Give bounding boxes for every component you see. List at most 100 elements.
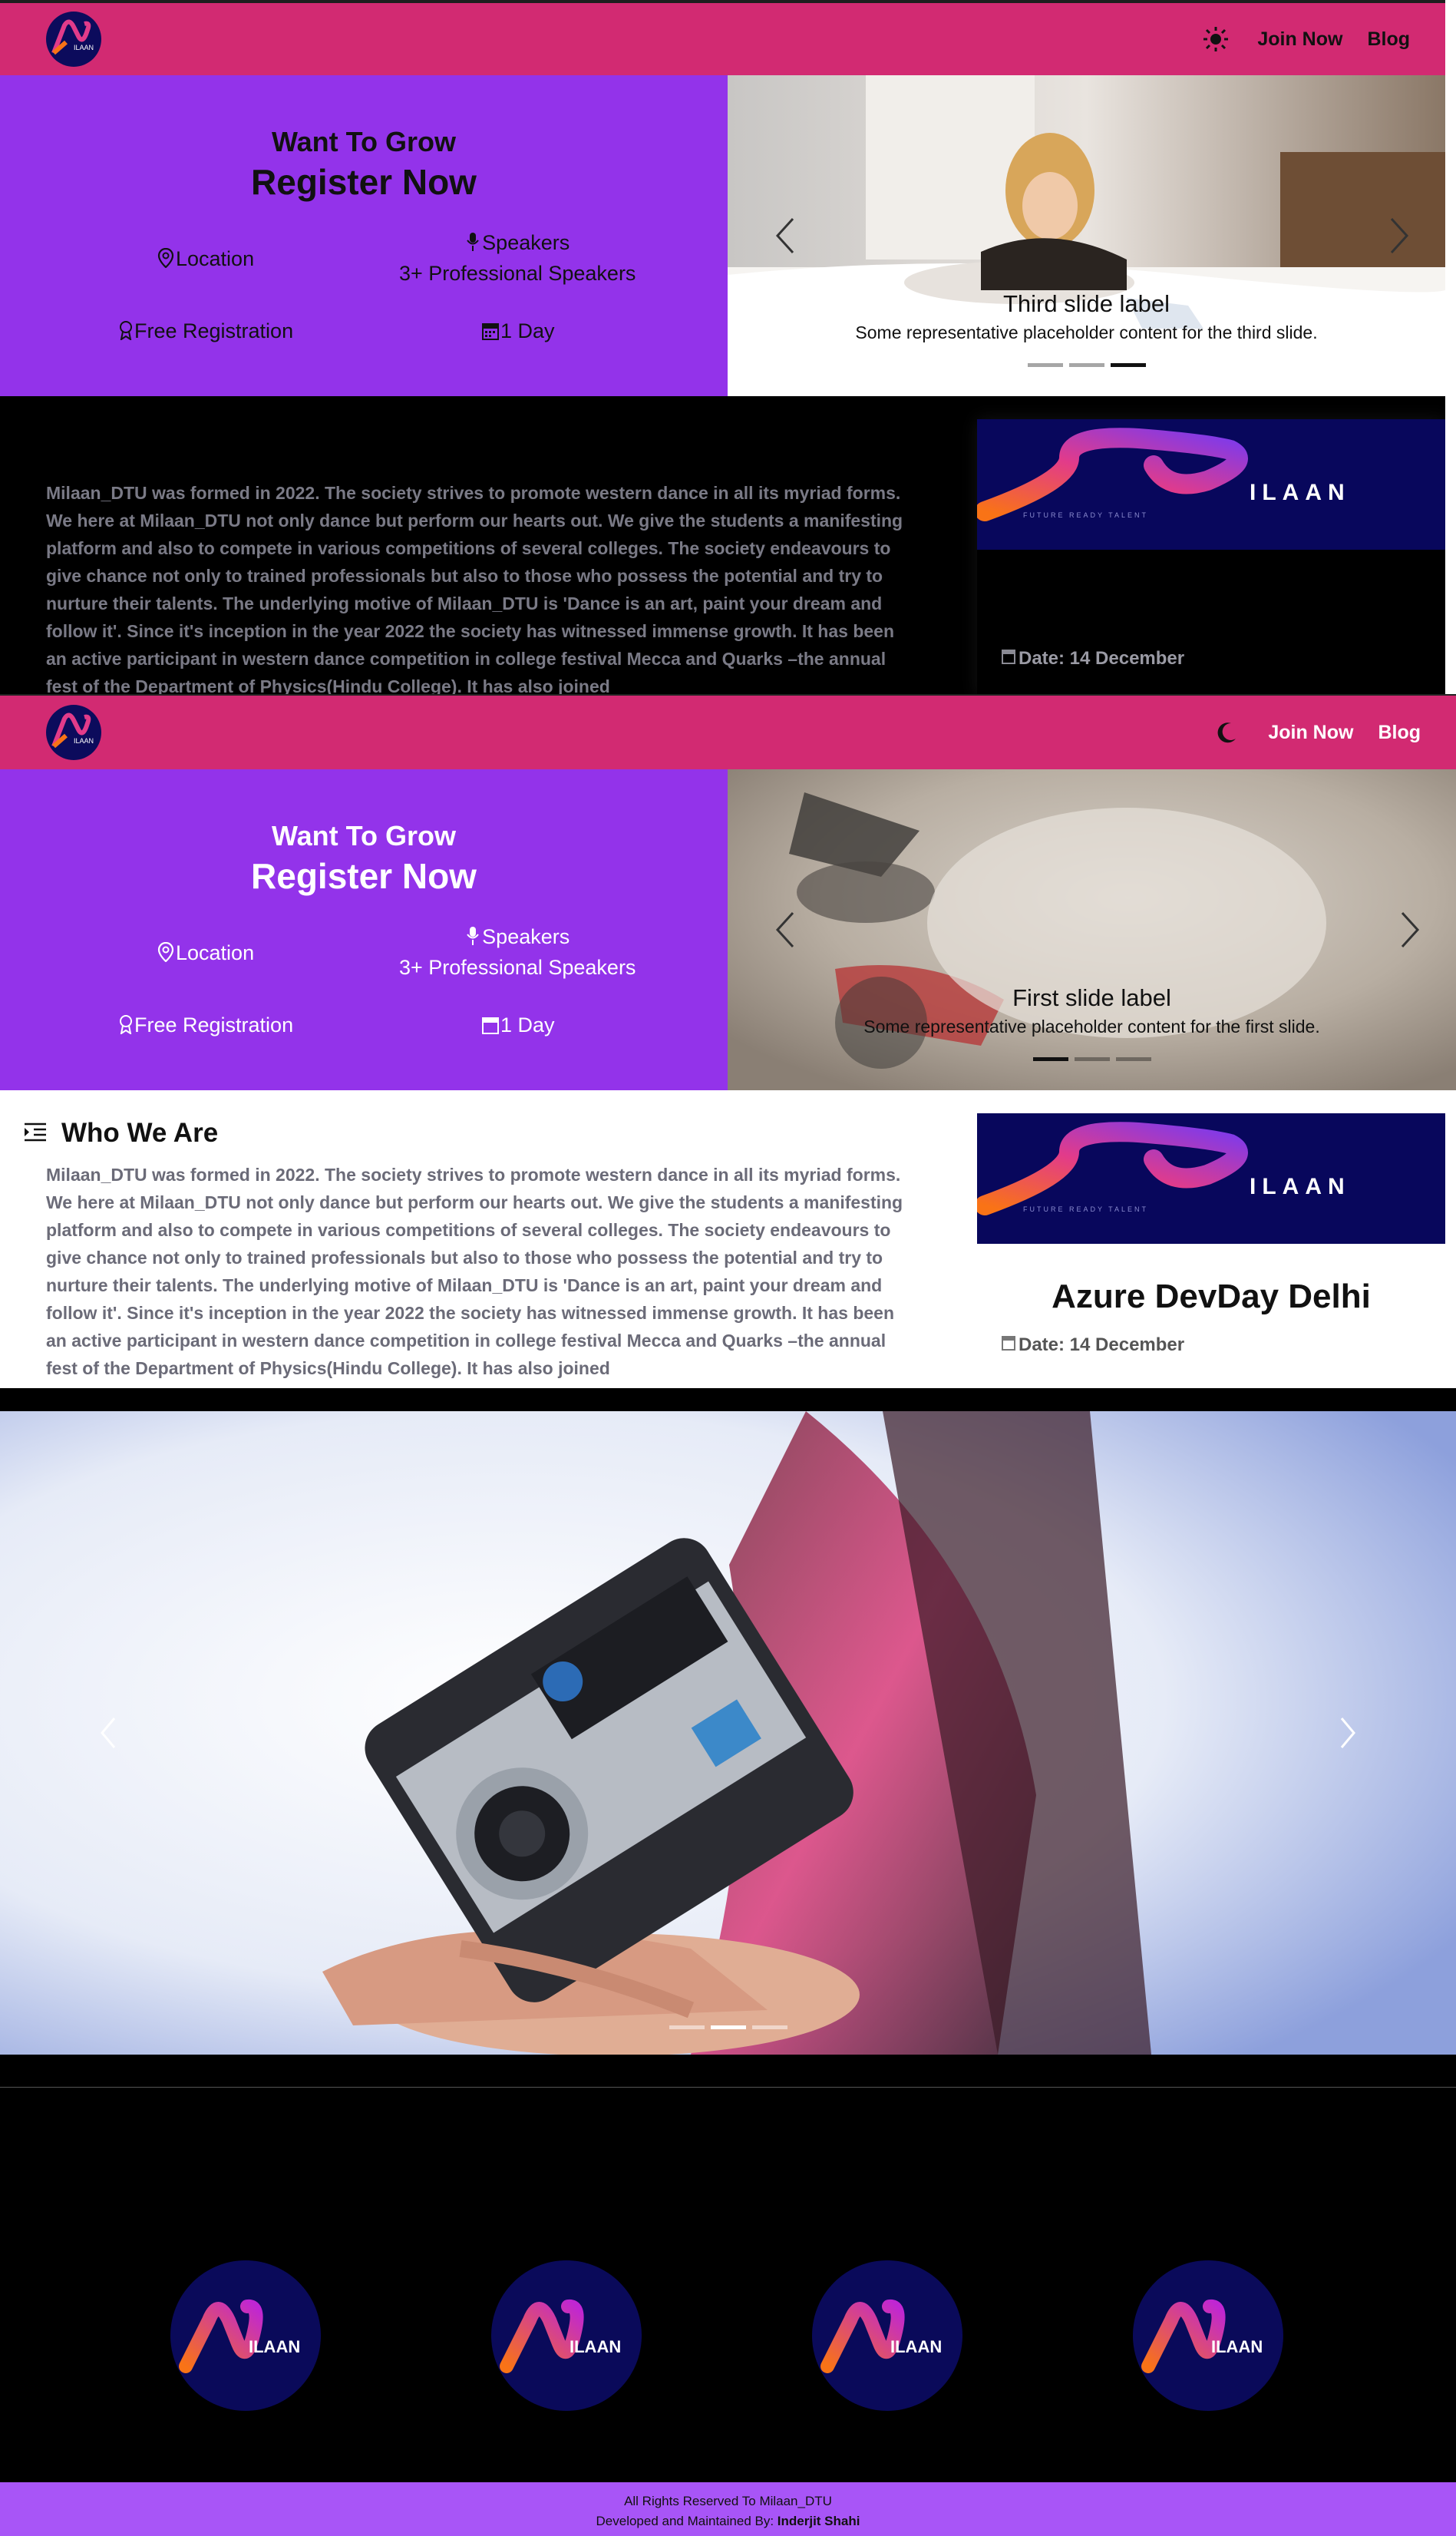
carousel-next-icon[interactable] — [1384, 213, 1415, 259]
indicator[interactable] — [1068, 363, 1104, 367]
registration-label: Free Registration — [134, 319, 294, 342]
about-paragraph: Milaan_DTU was formed in 2022. The socie… — [46, 1165, 903, 1378]
event-date: Date: 14 December — [1002, 1334, 1445, 1356]
location-pin-icon — [157, 247, 174, 273]
speakers-detail: 3+ Professional Speakers — [399, 262, 636, 285]
calendar-icon — [1002, 1334, 1015, 1356]
feature-registration: Free Registration — [119, 1013, 293, 1040]
indicator[interactable] — [1115, 1057, 1151, 1061]
indicator-active[interactable] — [710, 2025, 746, 2029]
feature-speakers: Speakers 3+ Professional Speakers — [399, 231, 636, 286]
event-banner: ILAAN FUTURE READY TALENT — [977, 419, 1445, 550]
join-now-link[interactable]: Join Now — [1257, 28, 1342, 51]
indicator-active[interactable] — [1032, 1057, 1068, 1061]
duration-label: 1 Day — [500, 319, 555, 342]
view-light-theme: ILAAN Join Now Blog Want To Grow Registe… — [0, 0, 1445, 695]
gallery-next-icon[interactable] — [1337, 1714, 1360, 1752]
sun-icon[interactable] — [1199, 22, 1233, 56]
hero-carousel: Third slide label Some representative pl… — [728, 75, 1445, 396]
svg-text:ILAAN: ILAAN — [1211, 2337, 1263, 2356]
event-banner: ILAAN FUTURE READY TALENT — [977, 1113, 1445, 1244]
feature-duration: 1 Day — [482, 1013, 555, 1040]
hero-tagline: Want To Grow — [272, 820, 456, 851]
event-date-text: Date: 14 December — [1019, 1334, 1185, 1355]
svg-text:ILAAN: ILAAN — [1250, 1174, 1351, 1199]
hero-cta-title: Register Now — [251, 856, 477, 896]
indicator[interactable] — [1027, 363, 1063, 367]
calendar-icon — [482, 1016, 499, 1040]
indicator[interactable] — [751, 2025, 787, 2029]
banner-text: ILAAN — [1250, 480, 1351, 505]
calendar-icon — [482, 322, 499, 346]
hero-info: Want To Grow Register Now Location Speak… — [0, 769, 728, 1090]
indicator[interactable] — [669, 2025, 705, 2029]
footer-rights: All Rights Reserved To Milaan_DTU — [624, 2494, 832, 2508]
event-card[interactable]: ILAAN FUTURE READY TALENT Date: 14 Decem… — [977, 419, 1445, 695]
gallery-slide-image — [0, 1411, 1456, 2055]
registration-label: Free Registration — [134, 1013, 294, 1037]
ticket-icon — [119, 320, 133, 346]
navbar: ILAAN Join Now Blog — [0, 0, 1445, 75]
carousel-indicators — [728, 1057, 1456, 1061]
team-section: ILAAN ILAAN ILAAN ILAAN — [0, 2087, 1456, 2482]
gallery-carousel — [0, 1411, 1456, 2055]
event-card[interactable]: ILAAN FUTURE READY TALENT Azure DevDay D… — [977, 1113, 1445, 1388]
footer-author: Inderjit Shahi — [777, 2514, 860, 2528]
brand-logo[interactable]: ILAAN — [46, 705, 101, 760]
gallery-indicators — [0, 2025, 1456, 2029]
carousel-indicators — [728, 363, 1445, 367]
feature-location: Location — [157, 941, 254, 967]
about-paragraph: Milaan_DTU was formed in 2022. The socie… — [46, 483, 903, 695]
hero-tagline: Want To Grow — [272, 126, 456, 157]
page-capture: ILAAN Join Now Blog Want To Grow Registe… — [0, 0, 1456, 2536]
carousel-prev-icon[interactable] — [770, 213, 801, 259]
svg-text:ILAAN: ILAAN — [570, 2337, 621, 2356]
team-member-avatar[interactable]: ILAAN — [170, 2260, 321, 2411]
join-now-link[interactable]: Join Now — [1268, 722, 1353, 744]
indicator-active[interactable] — [1110, 363, 1146, 367]
blog-link[interactable]: Blog — [1367, 28, 1410, 51]
carousel-next-icon[interactable] — [1395, 907, 1425, 953]
logo-text: ILAAN — [74, 44, 94, 51]
gallery-section — [0, 1388, 1456, 2087]
indicator[interactable] — [1074, 1057, 1110, 1061]
gallery-prev-icon[interactable] — [96, 1714, 119, 1752]
svg-text:ILAAN: ILAAN — [890, 2337, 942, 2356]
feature-duration: 1 Day — [482, 319, 555, 346]
about-section: Who We Are Milaan_DTU was formed in 2022… — [0, 1090, 1456, 1388]
team-member-avatar[interactable]: ILAAN — [1133, 2260, 1283, 2411]
caption-text: Some representative placeholder content … — [863, 1017, 1320, 1037]
speakers-label: Speakers — [482, 231, 570, 254]
team-member-avatar[interactable]: ILAAN — [812, 2260, 962, 2411]
event-date: Date: 14 December — [1002, 648, 1445, 670]
duration-label: 1 Day — [500, 1013, 555, 1037]
event-title: Azure DevDay Delhi — [1052, 1278, 1371, 1315]
feature-location: Location — [157, 247, 254, 273]
caption-title: First slide label — [1012, 984, 1171, 1011]
carousel-prev-icon[interactable] — [770, 907, 801, 953]
svg-text:ILAAN: ILAAN — [249, 2337, 300, 2356]
banner-tagline: FUTURE READY TALENT — [1023, 511, 1148, 519]
about-title-text: Who We Are — [61, 1118, 219, 1148]
hero-carousel: First slide label Some representative pl… — [728, 769, 1456, 1090]
milaan-banner-logo: ILAAN FUTURE READY TALENT — [977, 428, 1351, 521]
caption-text: Some representative placeholder content … — [855, 322, 1318, 342]
carousel-slide-image — [728, 75, 1445, 396]
hero-info: Want To Grow Register Now Location Speak… — [0, 75, 728, 396]
moon-icon[interactable] — [1210, 716, 1243, 749]
feature-registration: Free Registration — [119, 319, 293, 346]
footer-credit-prefix: Developed and Maintained By: — [596, 2514, 778, 2528]
hero-cta-title: Register Now — [251, 162, 477, 202]
navbar: ILAAN Join Now Blog — [0, 694, 1456, 769]
about-title: Who We Are — [23, 1118, 218, 1149]
brand-logo[interactable]: ILAAN — [46, 12, 101, 67]
hero-section: Want To Grow Register Now Location Speak… — [0, 75, 1445, 396]
footer: All Rights Reserved To Milaan_DTU Develo… — [0, 2482, 1456, 2536]
speaker-icon — [465, 232, 480, 257]
blog-link[interactable]: Blog — [1378, 722, 1421, 744]
hero-section: Want To Grow Register Now Location Speak… — [0, 769, 1456, 1090]
location-label: Location — [176, 247, 255, 270]
location-label: Location — [176, 941, 255, 964]
team-member-avatar[interactable]: ILAAN — [491, 2260, 642, 2411]
svg-text:ILAAN: ILAAN — [74, 737, 94, 745]
